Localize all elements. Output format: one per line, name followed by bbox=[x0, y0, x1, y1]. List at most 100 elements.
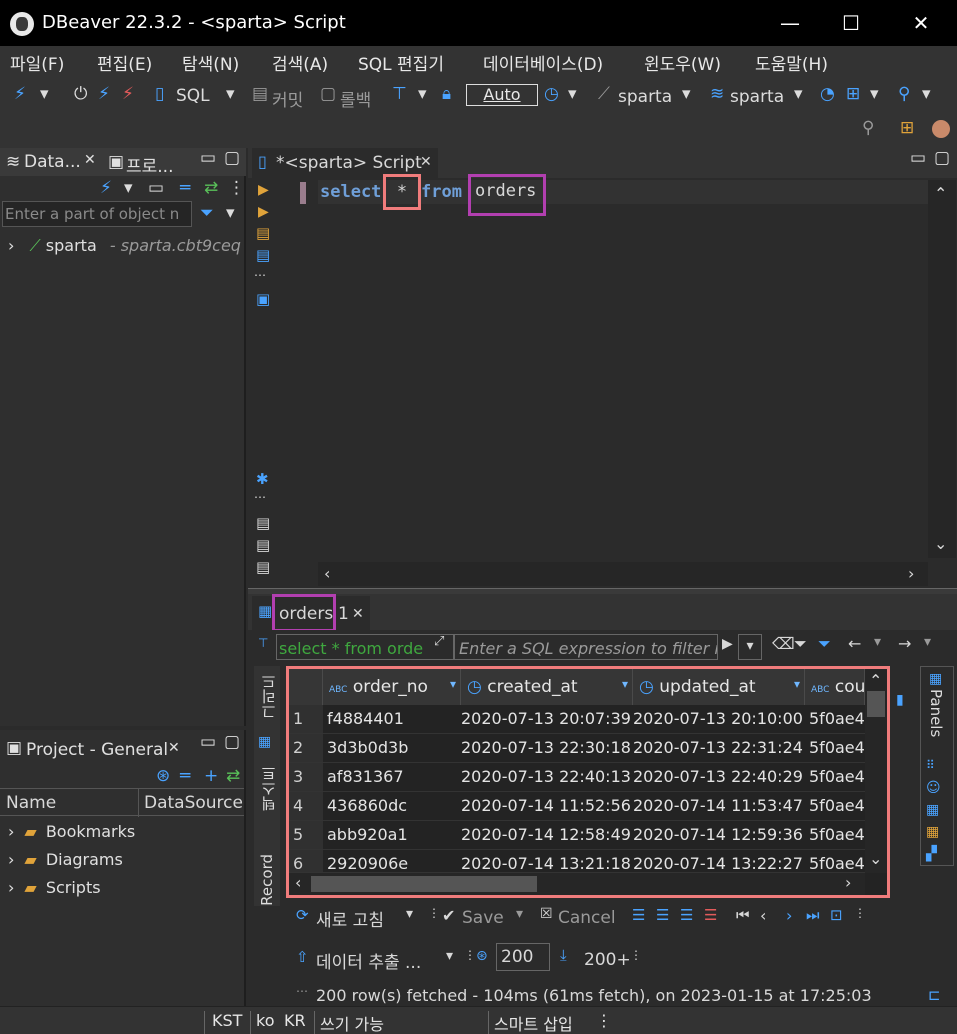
maximize-icon[interactable]: ▢ bbox=[224, 148, 240, 168]
chevron-up-icon[interactable]: ⌃ bbox=[934, 184, 947, 203]
chevron-left-icon[interactable]: ‹ bbox=[760, 906, 766, 925]
filter-icon[interactable]: ⏷ bbox=[200, 203, 214, 223]
more-icon[interactable]: ⋮ bbox=[596, 1011, 612, 1030]
grid-horizontal-scrollbar[interactable]: ‹ › bbox=[289, 873, 865, 895]
filter-history-dropdown[interactable]: ▾ bbox=[738, 634, 762, 660]
chevron-down-icon[interactable]: ▾ bbox=[40, 84, 49, 104]
chevron-left-icon[interactable]: ‹ bbox=[324, 564, 330, 583]
plug-icon[interactable]: ⏻ bbox=[74, 84, 87, 104]
more-icon[interactable]: ⋮ bbox=[428, 906, 440, 920]
sql-editor[interactable] bbox=[248, 178, 957, 588]
more-icon[interactable]: ⋮ bbox=[854, 906, 866, 920]
transaction-mode-icon[interactable]: ⊤ bbox=[392, 84, 407, 104]
collapse-all-icon[interactable]: ═ bbox=[180, 178, 190, 198]
menu-window[interactable]: 윈도우(W) bbox=[644, 50, 721, 75]
new-folder-icon[interactable]: ▭ bbox=[148, 178, 164, 198]
tab-project-general[interactable]: Project - General bbox=[26, 740, 168, 760]
search-icon[interactable]: ⚲ bbox=[898, 84, 910, 104]
active-datasource-selector[interactable]: sparta bbox=[618, 87, 672, 107]
value-viewer-icon[interactable]: ⠿ bbox=[926, 758, 935, 772]
editor-horizontal-scrollbar[interactable]: ‹ › bbox=[318, 562, 928, 586]
commit-button[interactable]: 커밋 bbox=[272, 86, 303, 111]
terminal-icon[interactable]: ▣ bbox=[256, 290, 270, 308]
chevron-left-icon[interactable]: ‹ bbox=[295, 873, 301, 892]
perspective-icon[interactable]: ⊞ bbox=[900, 118, 914, 138]
chevron-up-icon[interactable]: ⌃ bbox=[869, 671, 882, 690]
maximize-icon[interactable]: ▢ bbox=[934, 148, 950, 168]
save-button[interactable]: Save bbox=[462, 908, 504, 928]
connect-icon[interactable]: ⚡ bbox=[98, 84, 110, 104]
chevron-down-icon[interactable]: ▾ bbox=[446, 948, 453, 964]
tab-database-navigator[interactable]: Data... bbox=[24, 152, 81, 172]
apply-filter-icon[interactable]: ▶ bbox=[722, 636, 733, 652]
rollback-button[interactable]: 롤백 bbox=[340, 86, 371, 111]
chevron-down-icon[interactable]: ▾ bbox=[418, 84, 427, 104]
execute-statement-icon[interactable]: ▶ bbox=[258, 182, 269, 198]
column-name[interactable]: Name bbox=[6, 793, 56, 813]
chevron-down-icon[interactable]: ▾ bbox=[406, 906, 413, 922]
chevron-right-icon[interactable]: › bbox=[845, 873, 851, 892]
table-row[interactable]: 5 abb920a1 2020-07-14 12:58:49 2020-07-1… bbox=[289, 821, 887, 850]
link-editor-icon[interactable]: ⇄ bbox=[204, 178, 218, 198]
fetch-more-button[interactable]: 200+ bbox=[584, 950, 631, 970]
menu-help[interactable]: 도움말(H) bbox=[755, 50, 828, 75]
last-page-icon[interactable]: ⏭ bbox=[806, 906, 820, 924]
chevron-down-icon[interactable]: ▾ bbox=[870, 84, 879, 104]
close-icon[interactable]: ✕ bbox=[168, 740, 180, 756]
expand-icon[interactable]: ⤢ bbox=[434, 634, 444, 649]
collapse-all-icon[interactable]: ═ bbox=[180, 766, 190, 786]
tree-item-sparta[interactable]: › ⟋ sparta - sparta.cbt9ceq bbox=[8, 236, 241, 256]
chevron-down-icon[interactable]: ⌄ bbox=[934, 534, 947, 553]
menu-sql-editor[interactable]: SQL 편집기 bbox=[358, 50, 444, 75]
menu-file[interactable]: 파일(F) bbox=[10, 50, 64, 75]
sort-icon[interactable]: ▾ bbox=[794, 677, 800, 691]
more-icon[interactable]: ⋯ bbox=[254, 490, 266, 504]
chevron-down-icon[interactable]: ▾ bbox=[516, 906, 523, 922]
first-page-icon[interactable]: ⏮ bbox=[736, 906, 750, 924]
table-row[interactable]: 4 436860dc 2020-07-14 11:52:56 2020-07-1… bbox=[289, 792, 887, 821]
chevron-right-icon[interactable]: › bbox=[786, 906, 792, 925]
column-header-cou[interactable]: ABC cou bbox=[805, 669, 865, 705]
tree-item-diagrams[interactable]: › ▰ Diagrams bbox=[8, 850, 123, 869]
dashboard-icon[interactable]: ◔ bbox=[820, 84, 835, 104]
chevron-right-icon[interactable]: › bbox=[8, 236, 14, 255]
new-connection-icon[interactable]: ⚡ bbox=[100, 178, 112, 198]
explain-plan-icon[interactable]: ▤ bbox=[256, 246, 270, 264]
erd-icon[interactable]: ⊞ bbox=[846, 84, 860, 104]
configure-icon[interactable]: ⊛ bbox=[156, 766, 170, 786]
disconnect-icon[interactable]: ⚡ bbox=[122, 84, 134, 104]
tree-item-scripts[interactable]: › ▰ Scripts bbox=[8, 878, 101, 897]
fetch-size-input[interactable]: 200 bbox=[496, 943, 550, 971]
book-icon[interactable]: ▮ bbox=[896, 692, 904, 708]
tab-grid-view[interactable]: 그리드 bbox=[258, 674, 279, 719]
column-header-order-no[interactable]: ABC order_no ▾ bbox=[323, 669, 461, 705]
fetch-next-icon[interactable]: ⤓ bbox=[560, 946, 567, 964]
chevron-down-icon[interactable]: ▾ bbox=[124, 178, 133, 198]
more-icon[interactable]: ⋮ bbox=[228, 178, 245, 198]
delete-row-icon[interactable]: ☰ bbox=[704, 906, 717, 924]
sort-icon[interactable]: ▾ bbox=[622, 677, 628, 691]
sql-editor-icon[interactable]: ▯ bbox=[155, 84, 164, 104]
tab-record-view[interactable]: Record bbox=[258, 854, 276, 906]
chevron-right-icon[interactable]: › bbox=[908, 564, 914, 583]
column-header-updated-at[interactable]: ◷ updated_at ▾ bbox=[633, 669, 805, 705]
more-icon[interactable]: ⋯ bbox=[254, 268, 266, 282]
menu-navigate[interactable]: 탐색(N) bbox=[182, 50, 239, 75]
tree-item-bookmarks[interactable]: › ▰ Bookmarks bbox=[8, 822, 135, 841]
minimize-icon[interactable]: ▭ bbox=[200, 148, 216, 168]
eraser-icon[interactable]: ⌫ bbox=[772, 634, 795, 653]
minimize-icon[interactable]: ▭ bbox=[200, 732, 216, 752]
active-schema-selector[interactable]: sparta bbox=[730, 87, 784, 107]
more-icon[interactable]: ⋮ bbox=[464, 948, 476, 962]
execute-new-tab-icon[interactable]: ▶ bbox=[258, 204, 269, 220]
chevron-down-icon[interactable]: ▾ bbox=[924, 634, 931, 650]
metadata-icon[interactable]: ☺ bbox=[926, 780, 941, 796]
column-header-created-at[interactable]: ◷ created_at ▾ bbox=[461, 669, 633, 705]
result-filter-input[interactable]: Enter a SQL expression to filter r bbox=[454, 634, 718, 660]
navigator-filter-input[interactable]: Enter a part of object n bbox=[2, 201, 192, 227]
refresh-button[interactable]: 새로 고침 bbox=[316, 906, 384, 931]
close-icon[interactable]: ✕ bbox=[84, 152, 96, 168]
fit-icon[interactable]: ⊡ bbox=[830, 906, 843, 924]
arrow-left-icon[interactable]: ← bbox=[848, 634, 861, 653]
table-row[interactable]: 3 af831367 2020-07-13 22:40:13 2020-07-1… bbox=[289, 763, 887, 792]
